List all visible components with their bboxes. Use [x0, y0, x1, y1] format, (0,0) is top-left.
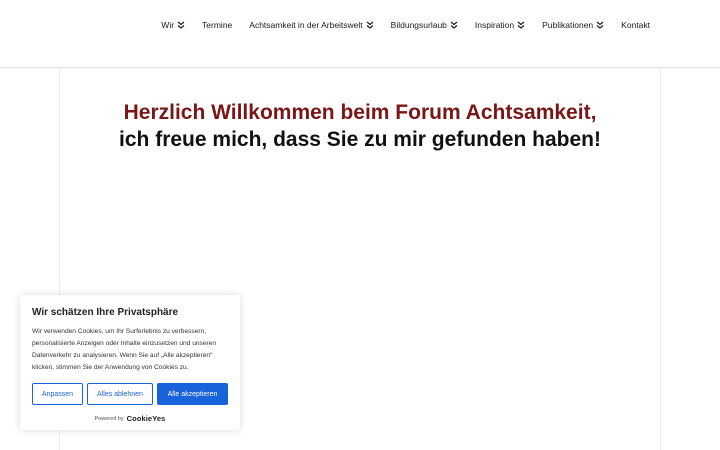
nav-item-wir[interactable]: Wir [161, 20, 185, 30]
reject-all-button[interactable]: Alles ablehnen [87, 383, 153, 405]
nav-item-label: Kontakt [621, 20, 650, 30]
nav-item-kontakt[interactable]: Kontakt [621, 20, 650, 30]
welcome-subtitle: ich freue mich, dass Sie zu mir gefunden… [119, 128, 601, 151]
site-header: Wir Termine Achtsamkeit in der Arbeitswe… [0, 0, 720, 68]
nav-item-label: Termine [202, 20, 233, 30]
cookie-text-line: klicken, stimmen Sie der Anwendung von C… [32, 364, 189, 371]
cookie-button-row: Anpassen Alles ablehnen Alle akzeptieren [32, 383, 228, 405]
nav-item-termine[interactable]: Termine [202, 20, 232, 30]
accept-all-button[interactable]: Alle akzeptieren [157, 383, 228, 405]
cookie-description: Wir verwenden Cookies, um Ihr Surferlebn… [32, 326, 228, 374]
cookie-text-line: Datenverkehr zu analysieren. Wenn Sie au… [32, 352, 213, 359]
double-chevron-down-icon [517, 21, 525, 29]
cookie-title: Wir schätzen Ihre Privatsphäre [32, 307, 179, 318]
cookie-text-line: personalisierte Anzeigen oder Inhalte ei… [32, 340, 217, 347]
double-chevron-down-icon [366, 21, 374, 29]
welcome-title: Herzlich Willkommen beim Forum Achtsamke… [123, 101, 597, 124]
nav-item-label: Achtsamkeit in der Arbeitswelt [249, 20, 363, 30]
cookie-consent-banner: Wir schätzen Ihre Privatsphäre Wir verwe… [20, 295, 240, 430]
nav-item-achtsamkeit-arbeitswelt[interactable]: Achtsamkeit in der Arbeitswelt [249, 20, 374, 30]
powered-by-label: Powered by [94, 415, 124, 422]
cookieyes-logo: CookieYes [126, 414, 166, 423]
nav-item-label: Wir [161, 20, 175, 30]
hero-heading: Herzlich Willkommen beim Forum Achtsamke… [60, 99, 660, 153]
powered-by[interactable]: Powered by CookieYes [32, 414, 228, 423]
nav-item-label: Publikationen [542, 20, 594, 30]
double-chevron-down-icon [450, 21, 458, 29]
customize-button[interactable]: Anpassen [32, 383, 83, 405]
double-chevron-down-icon [596, 21, 604, 29]
nav-item-label: Inspiration [474, 20, 515, 30]
double-chevron-down-icon [177, 21, 185, 29]
nav-item-publikationen[interactable]: Publikationen [542, 20, 604, 30]
cookie-text-line: Wir verwenden Cookies, um Ihr Surferlebn… [32, 328, 207, 335]
nav-item-label: Bildungsurlaub [390, 20, 447, 30]
nav-item-inspiration[interactable]: Inspiration [475, 20, 525, 30]
nav-item-bildungsurlaub[interactable]: Bildungsurlaub [391, 20, 458, 30]
main-navigation: Wir Termine Achtsamkeit in der Arbeitswe… [161, 0, 650, 50]
